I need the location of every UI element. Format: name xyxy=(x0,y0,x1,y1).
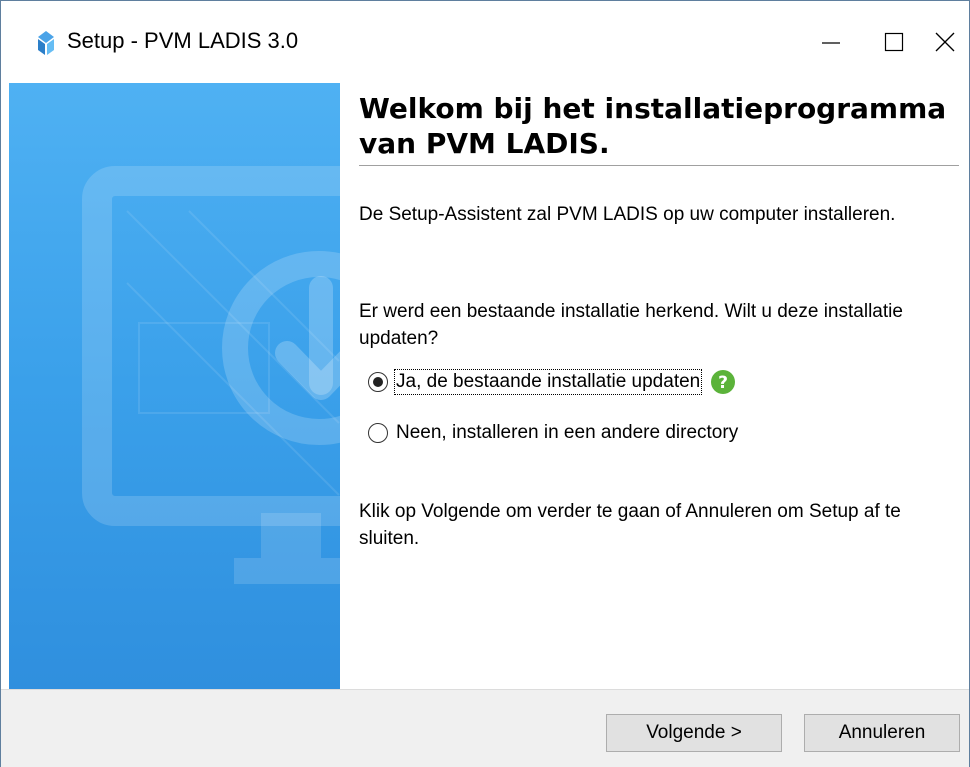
option-install-other-directory-label[interactable]: Neen, installeren in een andere director… xyxy=(396,422,738,444)
wizard-footer: Volgende > Annuleren xyxy=(1,689,969,767)
radio-button-selected[interactable] xyxy=(368,372,388,392)
option-update-existing[interactable]: Ja, de bestaande installatie updaten ? xyxy=(368,368,736,396)
setup-window: Setup - PVM LADIS 3.0 Welkom bij het ins… xyxy=(0,0,970,767)
app-icon xyxy=(38,31,54,55)
radio-button-unselected[interactable] xyxy=(368,423,388,443)
existing-install-prompt: Er werd een bestaande installatie herken… xyxy=(359,301,903,349)
monitor-download-icon xyxy=(82,166,340,584)
maximize-button[interactable] xyxy=(865,17,923,67)
instruction-text: Klik op Volgende om verder te gaan of An… xyxy=(359,501,901,549)
cancel-button[interactable]: Annuleren xyxy=(804,714,960,752)
question-circle-icon[interactable]: ? xyxy=(710,369,736,395)
close-icon xyxy=(935,32,955,52)
next-button[interactable]: Volgende > xyxy=(606,714,782,752)
close-button[interactable] xyxy=(916,17,970,67)
intro-text: De Setup-Assistent zal PVM LADIS op uw c… xyxy=(359,204,896,225)
heading-divider xyxy=(359,165,959,166)
option-update-existing-label[interactable]: Ja, de bestaande installatie updaten xyxy=(393,369,703,395)
svg-text:?: ? xyxy=(718,373,728,393)
minimize-button[interactable] xyxy=(802,17,860,67)
wizard-content: Welkom bij het installatieprogramma van … xyxy=(340,83,960,689)
maximize-icon xyxy=(884,32,904,52)
wizard-side-image xyxy=(9,83,340,689)
title-bar[interactable]: Setup - PVM LADIS 3.0 xyxy=(1,1,969,83)
page-heading: Welkom bij het installatieprogramma van … xyxy=(359,92,947,160)
option-install-other-directory[interactable]: Neen, installeren in een andere director… xyxy=(368,419,738,447)
window-title: Setup - PVM LADIS 3.0 xyxy=(67,28,299,53)
minimize-icon xyxy=(822,42,840,44)
